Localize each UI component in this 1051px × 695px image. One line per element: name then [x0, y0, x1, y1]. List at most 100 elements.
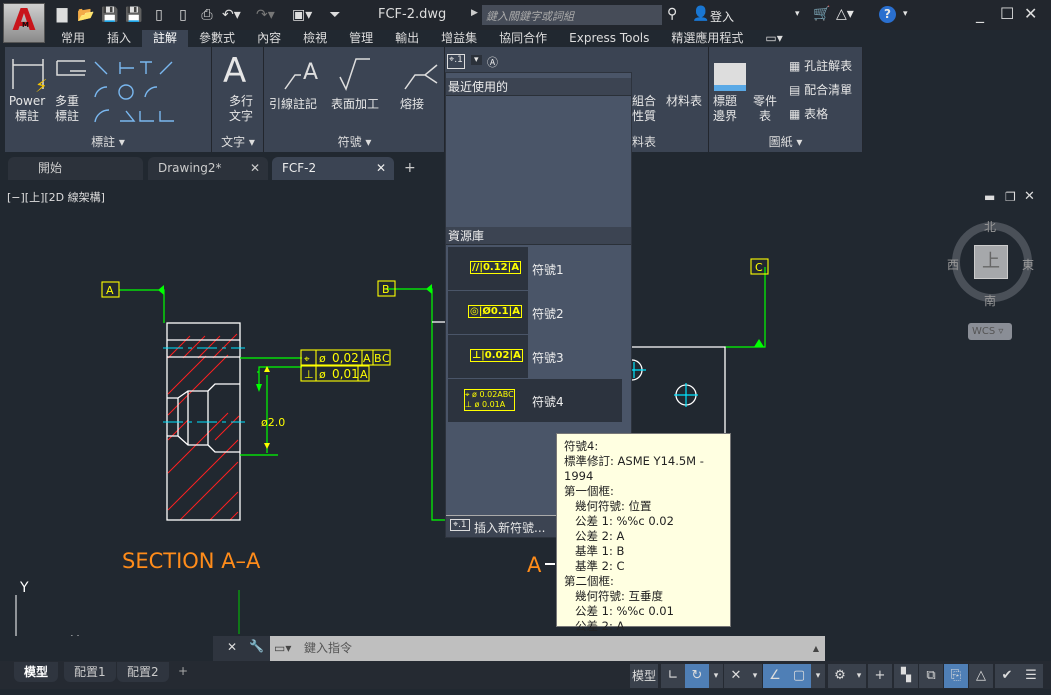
units-icon[interactable]: ✔ — [995, 664, 1019, 688]
bom-button[interactable]: 材料表 — [666, 94, 702, 109]
binoculars-icon[interactable]: ⚲ — [667, 6, 677, 22]
ribbon-display-toggle[interactable]: ▭▾ — [754, 30, 793, 47]
cart-icon[interactable]: 🛒 — [813, 6, 830, 22]
symbol-item-1[interactable]: //|0.12|A 符號1 — [448, 247, 622, 290]
layout-tab-layout1[interactable]: 配置1 — [64, 662, 116, 682]
tab-parametric[interactable]: 參數式 — [188, 30, 246, 47]
symbol-item-2[interactable]: ◎|Ø0.1|A 符號2 — [448, 291, 622, 334]
fcf-gallery-icon[interactable]: ⌖.1 — [447, 54, 465, 69]
combine-properties-button[interactable]: 組合 性質 — [632, 94, 656, 124]
layout-tab-layout2[interactable]: 配置2 — [117, 662, 169, 682]
tab-manage[interactable]: 管理 — [338, 30, 384, 47]
tab-collaborate[interactable]: 協同合作 — [488, 30, 558, 47]
dynamic-ucs-icon[interactable]: ∠ — [763, 664, 787, 688]
gallery-dropdown-icon[interactable]: ▾ — [471, 55, 482, 65]
annotation-scale-icon[interactable]: ⚙ — [828, 664, 852, 688]
viewport-restore-icon[interactable]: ❐ — [1005, 190, 1016, 204]
help-dropdown-icon[interactable]: ▾ — [903, 9, 908, 19]
recent-commands-icon[interactable]: ▭▾ — [274, 636, 291, 661]
drawing-panel-title[interactable]: 圖紙 ▾ — [709, 133, 862, 150]
save-as-icon[interactable]: 💾 — [125, 6, 143, 24]
layout-tab-model[interactable]: 模型 — [14, 662, 59, 682]
osnap-dropdown-icon[interactable]: ▾ — [811, 664, 825, 688]
clean-screen-icon[interactable]: △ — [969, 664, 993, 688]
annotation-dropdown-icon[interactable]: ▾ — [852, 664, 866, 688]
close-icon[interactable]: ✕ — [1024, 4, 1037, 23]
search-expand-icon[interactable]: ▶ — [471, 8, 478, 18]
doc-tab-start[interactable]: 開始 — [8, 157, 143, 180]
datum-identifier-icon[interactable]: Ⓐ — [487, 54, 498, 70]
save-web-icon[interactable]: ▯ — [174, 6, 192, 24]
polar-tracking-icon[interactable]: ↻ — [685, 664, 709, 688]
symbol-item-3[interactable]: ⊥|0.02|A 符號3 — [448, 335, 622, 378]
undo-icon[interactable]: ↶▾ — [222, 6, 241, 24]
application-menu-button[interactable]: AM — [3, 3, 45, 43]
command-history-icon[interactable]: ▲ — [813, 636, 819, 661]
tab-view[interactable]: 檢視 — [292, 30, 338, 47]
text-panel-title[interactable]: 文字 ▾ — [213, 133, 263, 150]
new-icon[interactable]: ▇ — [53, 6, 71, 24]
workspace-switch-icon[interactable]: + — [868, 664, 892, 688]
mtext-button[interactable]: 多行 文字 — [221, 94, 261, 124]
viewport-minimize-icon[interactable]: ▬ — [984, 190, 995, 204]
tab-featured-apps[interactable]: 精選應用程式 — [660, 30, 754, 47]
isodraft-icon[interactable]: ✕ — [724, 664, 748, 688]
doc-tab-drawing2[interactable]: Drawing2* ✕ — [148, 157, 268, 180]
command-line-handle[interactable]: ✕ 🔧 — [213, 636, 270, 661]
login-button[interactable]: 登入 — [710, 8, 734, 25]
autodesk-a360-icon[interactable]: △▾ — [836, 6, 854, 22]
customize-qat-icon[interactable]: ⏷ — [326, 6, 344, 24]
leader-button[interactable]: 引線註記 — [269, 97, 317, 112]
multi-dimension-button[interactable]: 多重 標註 — [47, 94, 87, 124]
grid-icon[interactable]: ∟ — [661, 664, 685, 688]
title-border-button[interactable]: 標題 邊界 — [713, 94, 737, 124]
hardware-accel-icon[interactable]: ⎘ — [944, 664, 968, 688]
surface-texture-button[interactable]: 表面加工 — [331, 97, 379, 112]
isolate-objects-icon[interactable]: ▚ — [894, 664, 918, 688]
new-layout-button[interactable]: + — [178, 664, 188, 678]
viewcube-top-face[interactable]: 上 — [974, 245, 1008, 279]
polar-dropdown-icon[interactable]: ▾ — [709, 664, 723, 688]
tab-insert[interactable]: 插入 — [96, 30, 142, 47]
doc-tab-fcf2[interactable]: FCF-2 ✕ — [272, 157, 394, 180]
hole-chart-button[interactable]: ▦ 孔註解表 — [789, 59, 852, 74]
symbol-item-4[interactable]: ⌖ ø 0.02ABC ⊥ ø 0.01A 符號4 — [448, 379, 622, 422]
dimension-panel-title[interactable]: 標註 ▾ — [5, 133, 211, 150]
tab-annotate[interactable]: 註解 — [142, 30, 189, 47]
viewcube-east[interactable]: 東 — [1022, 256, 1034, 273]
print-icon[interactable]: ⎙ — [198, 6, 216, 24]
viewport-close-icon[interactable]: ✕ — [1024, 189, 1035, 204]
mtext-icon[interactable]: A — [223, 53, 246, 89]
tab-home[interactable]: 常用 — [50, 30, 96, 47]
tab-addins[interactable]: 增益集 — [430, 30, 488, 47]
redo-icon[interactable]: ↷▾ — [256, 6, 275, 24]
lock-ui-icon[interactable]: ⧉ — [919, 664, 943, 688]
close-tab-icon[interactable]: ✕ — [376, 157, 386, 180]
isodraft-dropdown-icon[interactable]: ▾ — [748, 664, 762, 688]
open-web-icon[interactable]: ▯ — [150, 6, 168, 24]
help-icon[interactable]: ? — [879, 6, 896, 23]
close-tab-icon[interactable]: ✕ — [250, 157, 260, 180]
table-button[interactable]: ▦ 表格 — [789, 107, 828, 122]
symbol-panel-title[interactable]: 符號 ▾ — [265, 133, 444, 150]
minimize-icon[interactable]: _ — [976, 4, 984, 23]
viewcube-south[interactable]: 南 — [984, 292, 996, 309]
open-icon[interactable]: 📂 — [77, 6, 95, 24]
tab-express-tools[interactable]: Express Tools — [558, 30, 660, 47]
parts-list-button[interactable]: 零件 表 — [753, 94, 777, 124]
close-command-icon[interactable]: ✕ — [227, 640, 237, 654]
fits-list-button[interactable]: ▤ 配合清單 — [789, 83, 852, 98]
table-panel-title[interactable]: 料表 — [632, 133, 708, 150]
workspace-icon[interactable]: ▣▾ — [292, 6, 312, 24]
object-snap-icon[interactable]: ▢ — [787, 664, 811, 688]
model-space-button[interactable]: 模型 — [630, 664, 658, 688]
viewcube-west[interactable]: 西 — [947, 256, 959, 273]
viewcube-north[interactable]: 北 — [984, 218, 996, 235]
wcs-menu[interactable]: WCS ▿ — [968, 323, 1012, 340]
maximize-icon[interactable]: ☐ — [1000, 4, 1014, 23]
customize-wrench-icon[interactable]: 🔧 — [249, 639, 264, 653]
customize-status-icon[interactable]: ☰ — [1019, 664, 1043, 688]
save-icon[interactable]: 💾 — [101, 6, 119, 24]
tab-output[interactable]: 輸出 — [384, 30, 430, 47]
tab-content[interactable]: 內容 — [246, 30, 292, 47]
